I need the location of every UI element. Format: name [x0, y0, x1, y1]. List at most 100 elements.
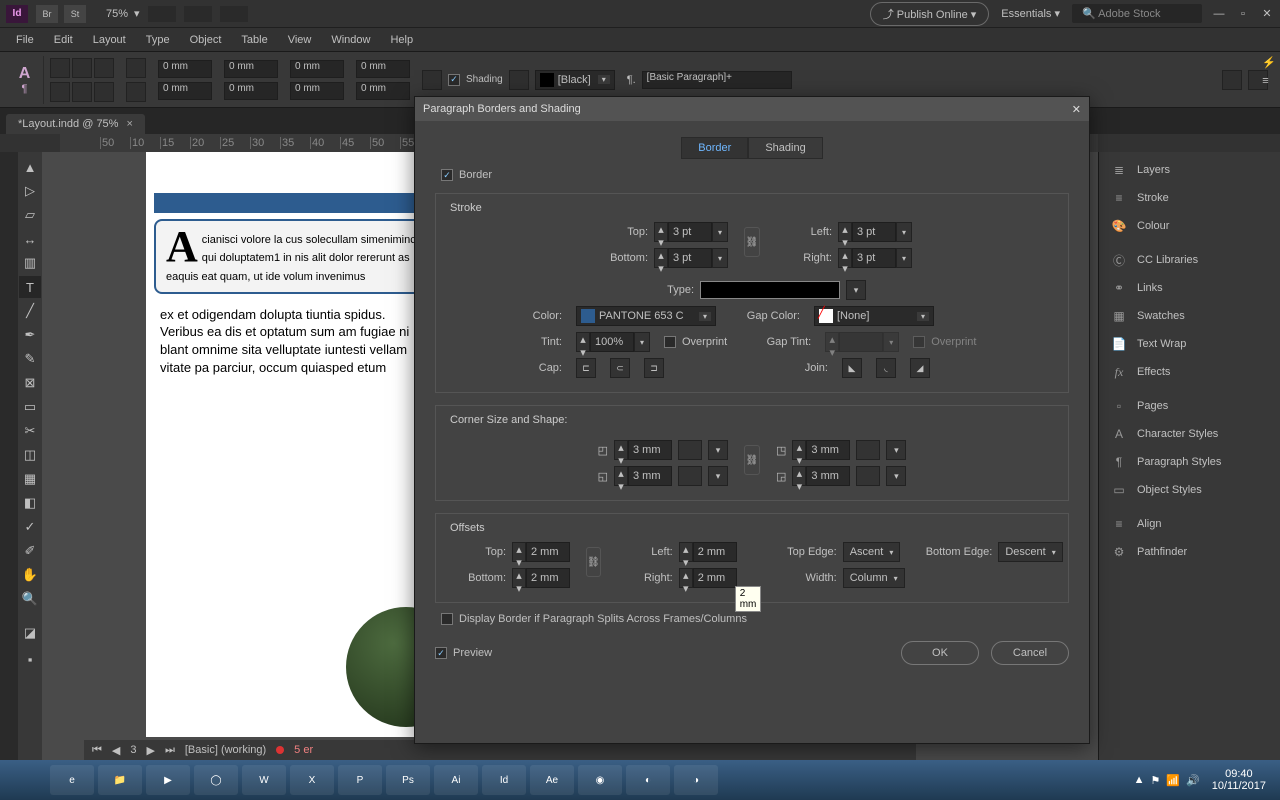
workspace-switcher[interactable]: Essentials ▾ — [1001, 7, 1060, 20]
selection-tool[interactable]: ▲ — [19, 156, 41, 178]
stroke-left-input[interactable]: ▴▾3 pt▾ — [838, 222, 912, 242]
tint-input[interactable]: ▴▾100%▾ — [576, 332, 650, 352]
gap-color-select[interactable]: ╱[None]▾ — [814, 306, 934, 326]
character-mode-icon[interactable]: A — [19, 65, 31, 83]
corner-bl-shape[interactable] — [678, 466, 702, 486]
menu-edit[interactable]: Edit — [44, 34, 83, 46]
align-right-button[interactable] — [94, 58, 114, 78]
justify-center-button[interactable] — [72, 82, 92, 102]
corner-br-shape[interactable] — [856, 466, 880, 486]
offset-link-icon[interactable]: ⛓ — [586, 547, 601, 577]
paragraph-mode-icon[interactable]: ¶ — [22, 83, 28, 95]
cancel-button[interactable]: Cancel — [991, 641, 1069, 665]
taskbar-clock[interactable]: 09:4010/11/2017 — [1204, 768, 1274, 792]
shading-swatch-button[interactable] — [509, 70, 529, 90]
bridge-button[interactable]: Br — [36, 5, 58, 23]
shading-color-select[interactable]: [Black]▾ — [535, 70, 615, 90]
cap-round-button[interactable]: ⊂ — [610, 358, 630, 378]
last-line-indent-input[interactable]: 0 mm — [224, 82, 278, 100]
line-tool[interactable]: ╱ — [19, 300, 41, 322]
display-split-checkbox[interactable] — [441, 613, 453, 625]
taskbar-app-7[interactable]: Ps — [386, 765, 430, 795]
chevron-down-icon[interactable]: ▾ — [134, 7, 140, 20]
page-nav-first-icon[interactable]: ⏮ — [92, 744, 102, 757]
gap-tool[interactable]: ↔ — [19, 228, 41, 250]
align-center-button[interactable] — [72, 58, 92, 78]
preview-checkbox[interactable]: ✓ — [435, 647, 447, 659]
bottom-edge-select[interactable]: Descent▾ — [998, 542, 1062, 562]
offset-top-input[interactable]: ▴▾2 mm — [512, 542, 570, 562]
panel-object-styles[interactable]: ▭Object Styles — [1099, 476, 1280, 504]
start-button[interactable] — [6, 760, 46, 800]
first-line-indent-input[interactable]: 0 mm — [224, 60, 278, 78]
document-tab[interactable]: *Layout.indd @ 75%× — [6, 114, 145, 134]
panel-swatches[interactable]: ▦Swatches — [1099, 302, 1280, 330]
corner-tr-shape[interactable] — [856, 440, 880, 460]
adobe-stock-search[interactable]: 🔍 Adobe Stock — [1072, 4, 1202, 23]
join-miter-button[interactable]: ◣ — [842, 358, 862, 378]
pencil-tool[interactable]: ✎ — [19, 348, 41, 370]
rectangle-tool[interactable]: ▭ — [19, 396, 41, 418]
free-transform-tool[interactable]: ◫ — [19, 444, 41, 466]
taskbar-app-6[interactable]: P — [338, 765, 382, 795]
volume-icon[interactable]: 🔊 — [1186, 774, 1200, 787]
panel-cc-libraries[interactable]: ⒸCC Libraries — [1099, 246, 1280, 274]
panel-links[interactable]: ⚭Links — [1099, 274, 1280, 302]
corner-bl-input[interactable]: ▴▾3 mm — [614, 466, 672, 486]
system-tray[interactable]: ▲⚑📶🔊 — [1134, 774, 1200, 787]
taskbar-app-5[interactable]: X — [290, 765, 334, 795]
panel-colour[interactable]: 🎨Colour — [1099, 212, 1280, 240]
stroke-top-input[interactable]: ▴▾3 pt▾ — [654, 222, 728, 242]
menu-view[interactable]: View — [278, 34, 322, 46]
body-paragraph[interactable]: ex et odigendam do­lupta tiuntia spidus.… — [160, 306, 432, 376]
cap-projecting-button[interactable]: ⊐ — [644, 358, 664, 378]
align-left-button[interactable] — [50, 58, 70, 78]
stroke-right-input[interactable]: ▴▾3 pt▾ — [838, 248, 912, 268]
panel-align[interactable]: ≡Align — [1099, 510, 1280, 538]
border-checkbox[interactable]: ✓ — [441, 169, 453, 181]
panel-character-styles[interactable]: ACharacter Styles — [1099, 420, 1280, 448]
preflight-errors[interactable]: 5 er — [294, 744, 313, 756]
taskbar-app-11[interactable]: ◉ — [578, 765, 622, 795]
taskbar-app-2[interactable]: ▶ — [146, 765, 190, 795]
indent-left-input[interactable]: 0 mm — [158, 60, 212, 78]
taskbar-app-12[interactable]: ◐ — [626, 765, 670, 795]
panel-pathfinder[interactable]: ⚙Pathfinder — [1099, 538, 1280, 566]
taskbar-app-1[interactable]: 📁 — [98, 765, 142, 795]
panel-text-wrap[interactable]: 📄Text Wrap — [1099, 330, 1280, 358]
grid-align-input[interactable]: 0 mm — [356, 60, 410, 78]
taskbar-app-8[interactable]: Ai — [434, 765, 478, 795]
zoom-tool[interactable]: 🔍 — [19, 588, 41, 610]
wifi-icon[interactable]: 📶 — [1166, 774, 1180, 787]
view-options-dropdown[interactable] — [148, 6, 176, 22]
preflight-error-icon[interactable] — [276, 746, 284, 754]
gradient-feather-tool[interactable]: ◧ — [19, 492, 41, 514]
note-tool[interactable]: ✓ — [19, 516, 41, 538]
minimize-button[interactable]: — — [1212, 8, 1226, 20]
offset-right-input[interactable]: ▴▾2 mm — [679, 568, 737, 588]
page-nav-last-icon[interactable]: ⏭ — [165, 744, 175, 757]
menu-object[interactable]: Object — [180, 34, 232, 46]
eyedropper-tool[interactable]: ✐ — [19, 540, 41, 562]
quick-apply-icon[interactable]: ⚡ — [1262, 56, 1276, 69]
paragraph-style-select[interactable]: [Basic Paragraph]+ — [642, 71, 792, 89]
page-number-field[interactable]: 3 — [130, 744, 136, 756]
space-after-input[interactable]: 0 mm — [290, 82, 344, 100]
arrange-dropdown[interactable] — [220, 6, 248, 22]
cap-butt-button[interactable]: ⊏ — [576, 358, 596, 378]
corner-tl-shape[interactable] — [678, 440, 702, 460]
stock-button[interactable]: St — [64, 5, 86, 23]
gradient-swatch-tool[interactable]: ▦ — [19, 468, 41, 490]
panel-stroke[interactable]: ≡Stroke — [1099, 184, 1280, 212]
corner-tl-input[interactable]: ▴▾3 mm — [614, 440, 672, 460]
corner-br-input[interactable]: ▴▾3 mm — [792, 466, 850, 486]
fill-stroke-proxy[interactable]: ◪ — [19, 620, 41, 646]
menu-help[interactable]: Help — [380, 34, 423, 46]
page-nav-next-icon[interactable]: ▶ — [147, 744, 155, 757]
shading-checkbox[interactable]: ✓ — [448, 74, 460, 86]
join-round-button[interactable]: ◟ — [876, 358, 896, 378]
taskbar-app-13[interactable]: ◑ — [674, 765, 718, 795]
taskbar-app-4[interactable]: W — [242, 765, 286, 795]
stroke-bottom-input[interactable]: ▴▾3 pt▾ — [654, 248, 728, 268]
menu-layout[interactable]: Layout — [83, 34, 136, 46]
